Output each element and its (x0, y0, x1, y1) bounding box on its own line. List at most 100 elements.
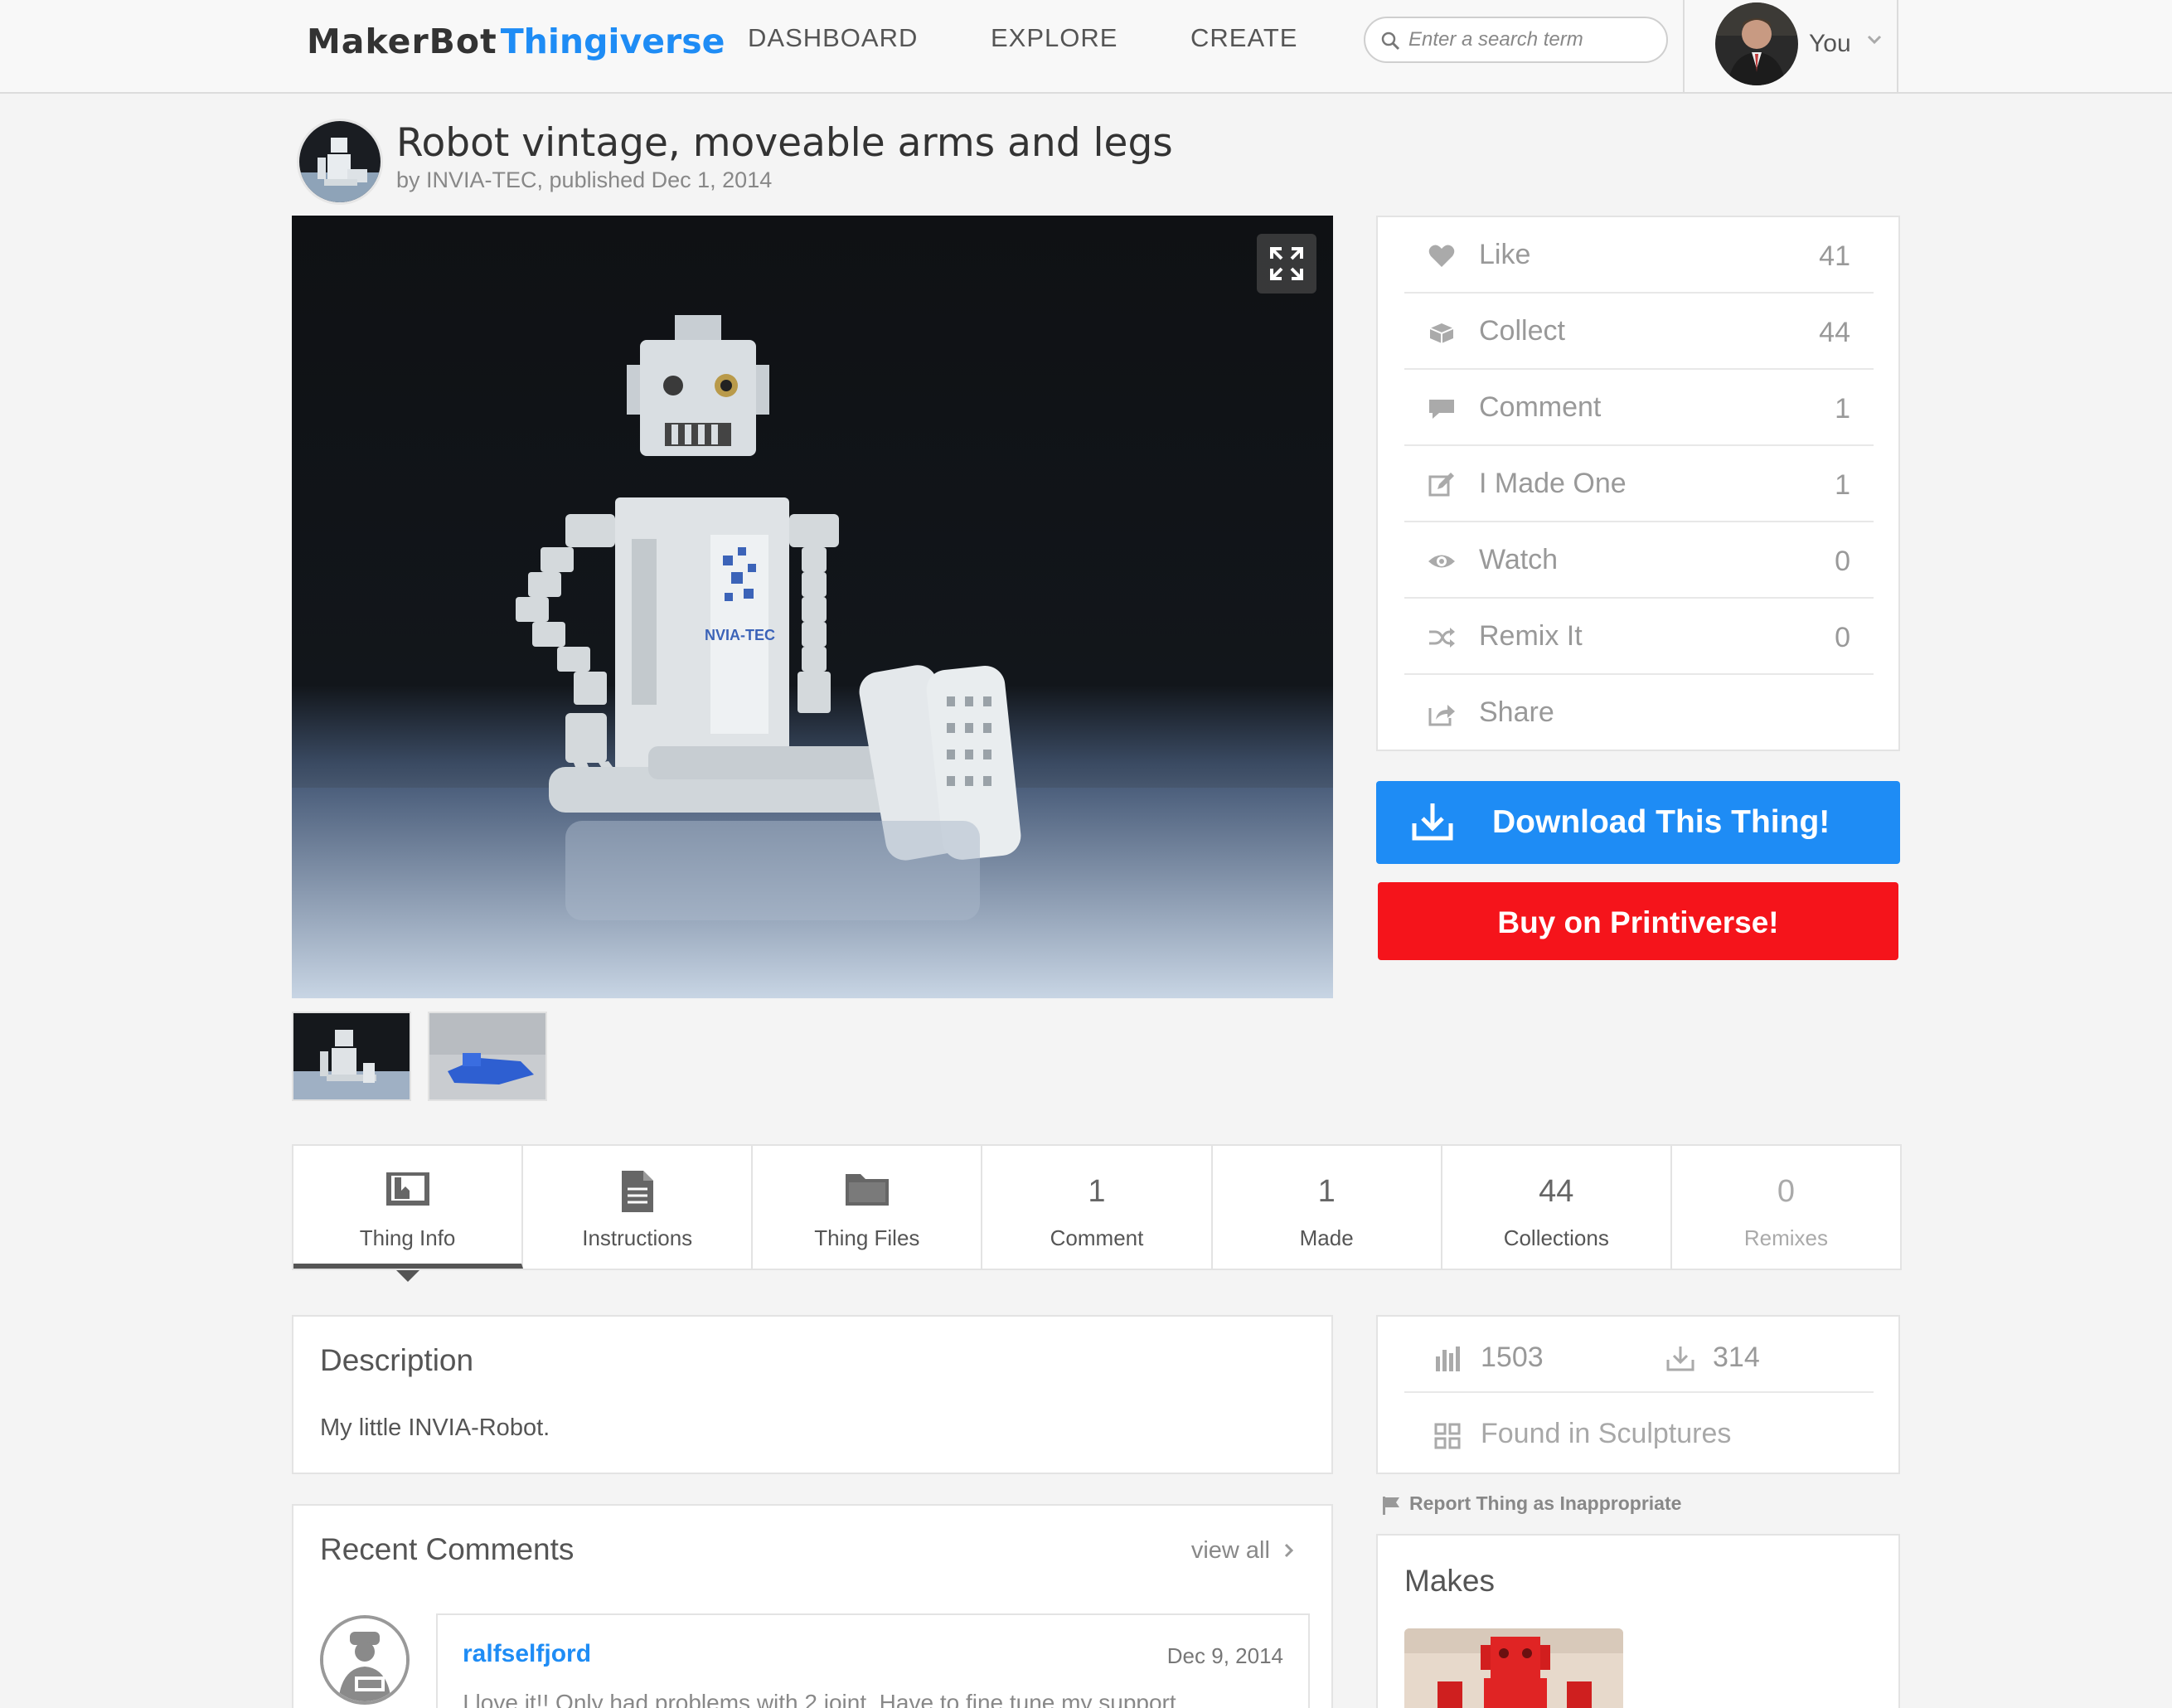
expand-image-button[interactable] (1257, 234, 1316, 294)
comment-item: ralfselfjord Dec 9, 2014 I love it!! Onl… (436, 1613, 1310, 1708)
tab-remixes-label: Remixes (1743, 1225, 1828, 1250)
watch-count: 0 (1835, 546, 1850, 577)
buy-label: Buy on Printiverse! (1497, 905, 1779, 939)
makes-title: Makes (1404, 1564, 1495, 1598)
thing-byline[interactable]: by INVIA-TEC, published Dec 1, 2014 (396, 167, 772, 193)
tab-made-count: 1 (1317, 1174, 1336, 1209)
share-button[interactable]: Share (1404, 675, 1874, 751)
shuffle-icon (1429, 628, 1455, 648)
user-menu[interactable]: You (1683, 0, 1898, 94)
tab-collections[interactable]: 44 Collections (1442, 1146, 1672, 1269)
description-card: Description My little INVIA-Robot. (292, 1315, 1333, 1474)
found-in-category-link[interactable]: Found in Sculptures (1481, 1418, 1731, 1450)
tab-comments-count: 1 (1088, 1174, 1106, 1209)
comment-count: 1 (1835, 393, 1850, 425)
description-text: My little INVIA-Robot. (320, 1414, 550, 1441)
heart-icon (1428, 245, 1455, 267)
tab-remixes[interactable]: 0 Remixes (1672, 1146, 1900, 1269)
logo-thingiverse-text: Thingiverse (500, 22, 725, 61)
like-label: Like (1479, 239, 1531, 270)
view-all-comments-link[interactable]: view all (1191, 1537, 1295, 1565)
buy-printiverse-button[interactable]: Buy on Printiverse! (1378, 882, 1898, 960)
share-icon (1428, 705, 1455, 726)
search-box (1364, 17, 1668, 63)
tab-made[interactable]: 1 Made (1213, 1146, 1442, 1269)
document-icon (621, 1171, 653, 1212)
chevron-right-icon (1284, 1543, 1294, 1558)
comment-button[interactable]: Comment 1 (1404, 370, 1874, 446)
thingiverse-logo[interactable]: MakerBot Thingiverse (307, 22, 725, 68)
collect-button[interactable]: Collect 44 (1404, 294, 1874, 370)
tab-collections-label: Collections (1503, 1225, 1609, 1250)
download-icon (1412, 803, 1453, 841)
view-all-label: view all (1190, 1537, 1270, 1564)
category-grid-icon (1434, 1423, 1461, 1449)
search-icon (1381, 32, 1400, 51)
user-label: You (1809, 30, 1851, 57)
user-avatar[interactable] (1715, 2, 1798, 85)
thing-actions-panel: Like 41 Collect 44 Comment 1 I Made One … (1376, 216, 1900, 751)
collect-label: Collect (1479, 315, 1565, 347)
nav-dashboard[interactable]: DASHBOARD (748, 23, 918, 53)
description-title: Description (320, 1343, 474, 1377)
edit-icon (1428, 473, 1454, 497)
thing-tabs: Thing Info Instructions Thing Files 1 Co… (292, 1144, 1902, 1282)
comment-text: I love it!! Only had problems with 2 joi… (463, 1690, 1176, 1708)
download-label: Download This Thing! (1492, 804, 1830, 840)
image-thumbnail-1[interactable] (292, 1012, 411, 1101)
fullscreen-icon (1270, 247, 1303, 280)
download-button[interactable]: Download This Thing! (1376, 781, 1900, 864)
make-thumbnail[interactable] (1404, 1628, 1623, 1708)
chevron-down-icon (1867, 35, 1882, 45)
like-button[interactable]: Like 41 (1404, 217, 1874, 294)
remix-button[interactable]: Remix It 0 (1404, 599, 1874, 675)
i-made-one-button[interactable]: I Made One 1 (1404, 446, 1874, 522)
view-count: 1503 (1481, 1342, 1544, 1373)
makes-card: Makes (1376, 1534, 1900, 1708)
download-count: 314 (1713, 1342, 1760, 1373)
remix-count: 0 (1835, 622, 1850, 653)
i-made-one-label: I Made One (1479, 468, 1627, 499)
tab-comments[interactable]: 1 Comment (982, 1146, 1213, 1269)
tab-instructions[interactable]: Instructions (523, 1146, 754, 1269)
bar-chart-icon (1436, 1347, 1460, 1371)
comment-label: Comment (1479, 391, 1602, 423)
author-avatar[interactable] (297, 119, 383, 205)
comment-author-link[interactable]: ralfselfjord (463, 1640, 591, 1668)
collect-count: 44 (1819, 317, 1850, 348)
comment-icon (1429, 400, 1454, 419)
tab-instructions-label: Instructions (582, 1225, 693, 1250)
tab-thing-info-label: Thing Info (359, 1225, 456, 1250)
top-header: MakerBot Thingiverse DASHBOARD EXPLORE C… (0, 0, 2172, 94)
folder-icon (845, 1174, 889, 1206)
collect-icon (1429, 323, 1454, 343)
i-made-one-count: 1 (1835, 469, 1850, 501)
stats-divider (1404, 1391, 1874, 1393)
image-thumbnail-2[interactable] (428, 1012, 547, 1101)
tab-thing-files[interactable]: Thing Files (753, 1146, 983, 1269)
tab-thing-info[interactable]: Thing Info (293, 1146, 524, 1282)
watch-button[interactable]: Watch 0 (1404, 522, 1874, 599)
recent-comments-card: Recent Comments view all ralfselfjord De… (292, 1504, 1333, 1708)
like-count: 41 (1819, 240, 1850, 272)
recent-comments-title: Recent Comments (320, 1532, 575, 1566)
search-input[interactable] (1408, 25, 1657, 55)
commenter-avatar[interactable] (320, 1615, 410, 1705)
tab-remixes-count: 0 (1777, 1174, 1795, 1209)
tab-thing-files-label: Thing Files (814, 1225, 920, 1250)
share-label: Share (1479, 696, 1554, 728)
nav-explore[interactable]: EXPLORE (991, 23, 1118, 53)
comment-date: Dec 9, 2014 (1166, 1643, 1283, 1668)
tab-collections-count: 44 (1539, 1174, 1574, 1209)
remix-label: Remix It (1479, 620, 1583, 652)
eye-icon (1428, 555, 1455, 568)
watch-label: Watch (1479, 544, 1559, 575)
nav-create[interactable]: CREATE (1190, 23, 1297, 53)
robot-chest-text: NVIA-TEC (705, 627, 775, 643)
thing-info-icon (385, 1172, 429, 1206)
report-thing-link[interactable]: Report Thing as Inappropriate (1381, 1492, 1681, 1515)
logo-makerbot-text: MakerBot (307, 22, 497, 61)
tab-comments-label: Comment (1050, 1225, 1144, 1250)
tab-made-label: Made (1299, 1225, 1354, 1250)
main-thing-image[interactable]: NVIA-TEC (292, 216, 1333, 998)
